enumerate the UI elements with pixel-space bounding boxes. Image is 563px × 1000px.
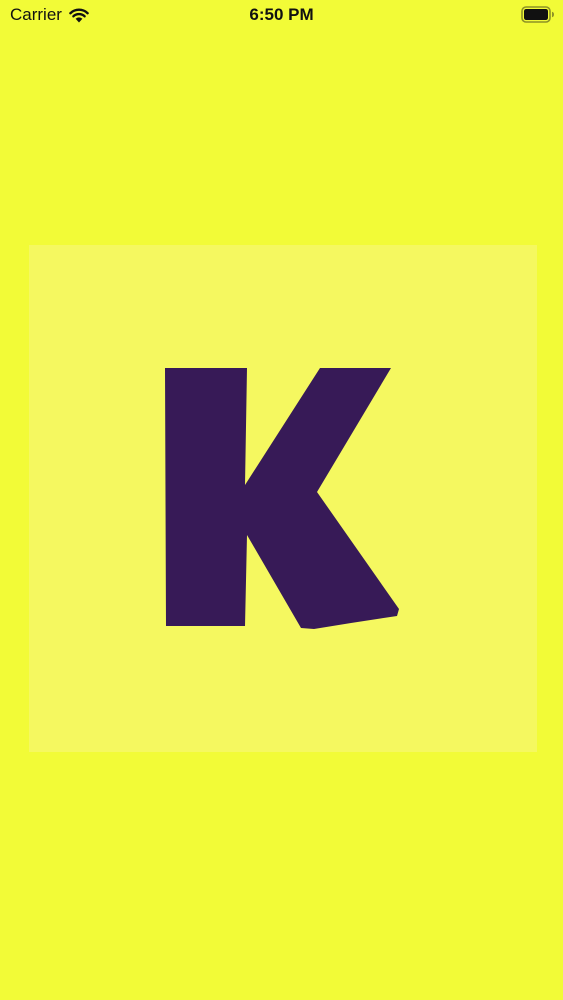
k-letter-shape <box>165 368 399 629</box>
k-logo-icon: K <box>165 368 399 629</box>
splash-screen: Carrier 6:50 PM K <box>0 0 563 1000</box>
status-time: 6:50 PM <box>249 5 314 24</box>
battery-icon <box>521 6 554 23</box>
status-bar: Carrier 6:50 PM <box>0 0 563 30</box>
logo-tile: K <box>29 245 537 752</box>
